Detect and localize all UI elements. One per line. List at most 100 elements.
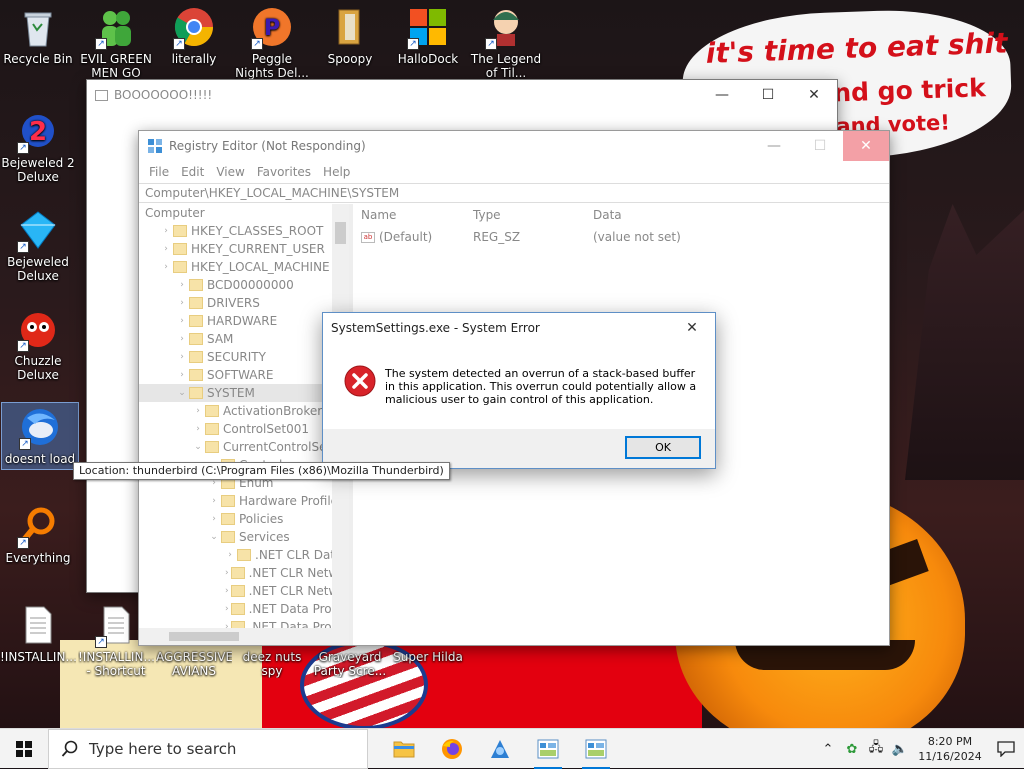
tree-item[interactable]: › HKEY_CLASSES_ROOT: [139, 222, 349, 240]
chevron-icon[interactable]: ›: [161, 262, 171, 272]
chevron-up-icon[interactable]: ⌃: [816, 742, 840, 757]
chevron-icon[interactable]: ›: [177, 298, 187, 308]
tree-item[interactable]: › .NET CLR Data: [139, 546, 349, 564]
chevron-icon[interactable]: ›: [177, 280, 187, 290]
chevron-icon[interactable]: ›: [193, 406, 203, 416]
tree-item[interactable]: › SOFTWARE: [139, 366, 349, 384]
system-error-dialog[interactable]: SystemSettings.exe - System Error ✕ The …: [322, 312, 716, 469]
volume-icon[interactable]: 🔈: [888, 742, 912, 757]
chevron-icon[interactable]: ›: [225, 604, 229, 614]
table-row[interactable]: ab (Default) REG_SZ (value not set): [353, 226, 889, 248]
taskbar: Type here to search ⌃ ✿ 🖧 🔈 8:20 PM 11/1…: [0, 728, 1024, 769]
tree-item[interactable]: ›.NET Data Provider fo: [139, 600, 349, 618]
chevron-icon[interactable]: ⌄: [209, 532, 219, 542]
menu-help[interactable]: Help: [317, 165, 356, 179]
tree-item[interactable]: ›.NET CLR Networking: [139, 564, 349, 582]
registry-tree[interactable]: Computer › HKEY_CLASSES_ROOT › HKEY_CURRENT_…: [139, 204, 353, 645]
chevron-icon[interactable]: ⌄: [193, 442, 203, 452]
tree-item[interactable]: ⌄ SYSTEM: [139, 384, 349, 402]
desktop-icon-chuzzle[interactable]: ↗ Chuzzle Deluxe: [0, 308, 76, 382]
chevron-icon[interactable]: ›: [177, 316, 187, 326]
column-header-type[interactable]: Type: [473, 208, 593, 222]
desktop-icon-bejeweled[interactable]: ↗ Bejeweled Deluxe: [0, 209, 76, 283]
taskbar-app[interactable]: [476, 729, 524, 769]
close-button[interactable]: ✕: [791, 80, 837, 110]
minimize-button[interactable]: —: [699, 80, 745, 110]
tree-item[interactable]: › SAM: [139, 330, 349, 348]
ok-button[interactable]: OK: [625, 436, 701, 459]
minimize-button[interactable]: —: [751, 131, 797, 161]
notification-icon: [997, 741, 1015, 757]
chevron-icon[interactable]: ›: [177, 370, 187, 380]
tray-app-icon[interactable]: ✿: [840, 742, 864, 757]
search-placeholder: Type here to search: [89, 739, 237, 758]
regedit-titlebar[interactable]: Registry Editor (Not Responding) — ☐ ✕: [139, 131, 889, 161]
tree-item[interactable]: › HKEY_LOCAL_MACHINE: [139, 258, 349, 276]
network-icon[interactable]: 🖧: [864, 738, 888, 760]
tree-item[interactable]: › ActivationBroker: [139, 402, 349, 420]
taskbar-file-explorer[interactable]: [380, 729, 428, 769]
chevron-icon[interactable]: ›: [225, 550, 235, 560]
chevron-icon[interactable]: ›: [209, 514, 219, 524]
desktop-icon-spoopy[interactable]: Spoopy: [312, 6, 388, 66]
speech-text-line2: nd go trick: [832, 73, 987, 108]
desktop-icon-doesnt-load[interactable]: ↗ doesnt load: [1, 402, 79, 470]
taskbar-firefox[interactable]: [428, 729, 476, 769]
desktop-icon-peggle-nights[interactable]: P ↗ Peggle Nights Del...: [234, 6, 310, 80]
chevron-icon[interactable]: ›: [177, 352, 187, 362]
tree-item[interactable]: ⌄ Services: [139, 528, 349, 546]
taskbar-registry-editor-2[interactable]: [572, 729, 620, 769]
tree-item[interactable]: ›.NET CLR Networking: [139, 582, 349, 600]
tree-item[interactable]: › HARDWARE: [139, 312, 349, 330]
column-header-name[interactable]: Name: [353, 208, 473, 222]
close-button[interactable]: ✕: [669, 313, 715, 343]
folder-icon: [189, 279, 203, 291]
chevron-icon[interactable]: ›: [225, 586, 229, 596]
address-bar[interactable]: Computer\HKEY_LOCAL_MACHINE\SYSTEM: [139, 183, 889, 203]
chevron-icon[interactable]: ›: [225, 568, 229, 578]
taskbar-registry-editor-1[interactable]: [524, 729, 572, 769]
desktop-icon-recycle-bin[interactable]: Recycle Bin: [0, 6, 76, 66]
windows-start-icon: [16, 740, 32, 757]
maximize-button[interactable]: ☐: [745, 80, 791, 110]
menu-file[interactable]: File: [143, 165, 175, 179]
tree-item[interactable]: › HKEY_CURRENT_USER: [139, 240, 349, 258]
tree-item[interactable]: Computer: [139, 204, 349, 222]
desktop-icon-legend[interactable]: ↗ The Legend of Til...: [468, 6, 544, 80]
boo-titlebar[interactable]: BOOOOOOO!!!!! — ☐ ✕: [87, 80, 837, 110]
tree-item[interactable]: › BCD00000000: [139, 276, 349, 294]
column-header-data[interactable]: Data: [593, 208, 889, 222]
chevron-icon[interactable]: ›: [209, 496, 219, 506]
chevron-icon[interactable]: ›: [193, 424, 203, 434]
value-type: REG_SZ: [473, 230, 521, 244]
error-dialog-titlebar[interactable]: SystemSettings.exe - System Error ✕: [323, 313, 715, 343]
tree-item[interactable]: › DRIVERS: [139, 294, 349, 312]
maximize-button[interactable]: ☐: [797, 131, 843, 161]
desktop-icon-literally[interactable]: ↗ literally: [156, 6, 232, 66]
folder-icon: [173, 261, 187, 273]
folder-icon: [205, 405, 219, 417]
tree-item[interactable]: › SECURITY: [139, 348, 349, 366]
chevron-icon[interactable]: ⌄: [177, 388, 187, 398]
start-button[interactable]: [0, 729, 48, 769]
tree-item[interactable]: › ControlSet001: [139, 420, 349, 438]
tree-item[interactable]: › Policies: [139, 510, 349, 528]
desktop-icon-bejeweled-2[interactable]: 2 ↗ Bejeweled 2 Deluxe: [0, 110, 76, 184]
tree-horizontal-scrollbar[interactable]: [139, 628, 349, 645]
menu-view[interactable]: View: [210, 165, 250, 179]
taskbar-search-box[interactable]: Type here to search: [48, 728, 368, 769]
chevron-icon[interactable]: ›: [161, 244, 171, 254]
tree-item[interactable]: ⌄ CurrentControlSet: [139, 438, 349, 456]
notification-center-button[interactable]: [988, 729, 1024, 769]
desktop-icon-installing[interactable]: !INSTALLIN...: [0, 604, 76, 664]
desktop-icon-hallodock[interactable]: ↗ HalloDock: [390, 6, 466, 66]
menu-edit[interactable]: Edit: [175, 165, 210, 179]
desktop-icon-evil-green-men[interactable]: ↗ EVIL GREEN MEN GO: [78, 6, 154, 80]
chevron-icon[interactable]: ›: [177, 334, 187, 344]
clock[interactable]: 8:20 PM 11/16/2024: [918, 734, 982, 764]
desktop-icon-everything[interactable]: ↗ Everything: [0, 505, 76, 565]
close-button[interactable]: ✕: [843, 131, 889, 161]
tree-item[interactable]: › Hardware Profiles: [139, 492, 349, 510]
menu-favorites[interactable]: Favorites: [251, 165, 317, 179]
chevron-icon[interactable]: ›: [161, 226, 171, 236]
